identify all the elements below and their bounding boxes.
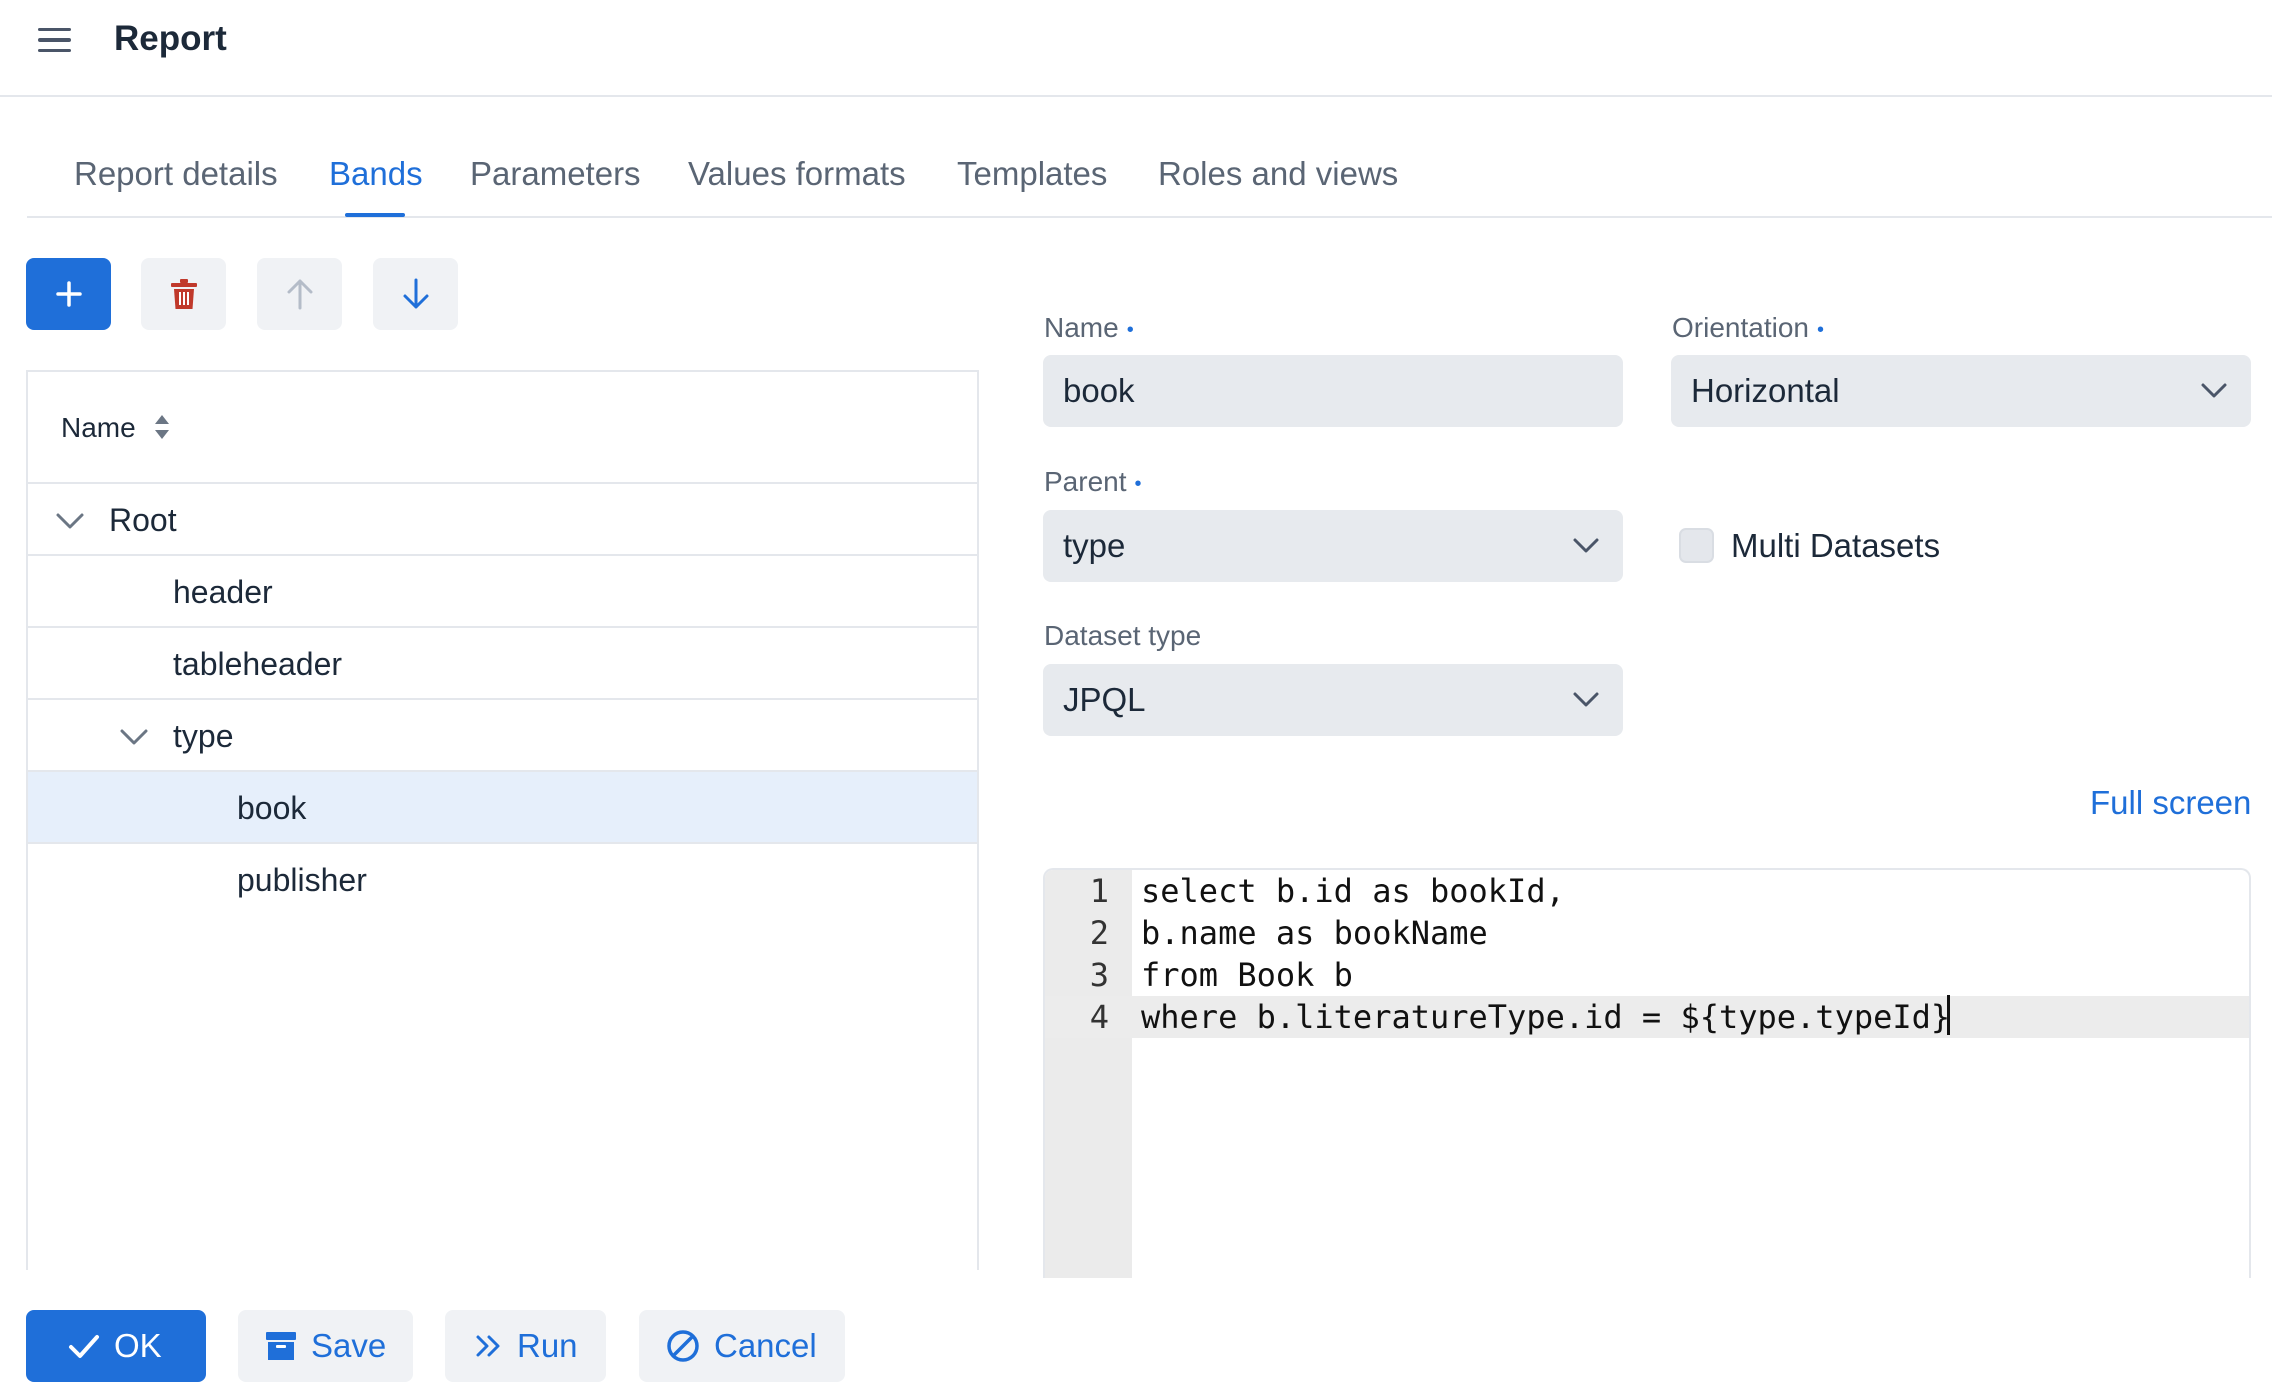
required-indicator: • xyxy=(1126,318,1134,341)
tree-row-publisher[interactable]: publisher xyxy=(28,844,977,916)
tab-bands[interactable]: Bands xyxy=(329,152,423,196)
name-column-header[interactable]: Name xyxy=(61,410,136,446)
tree-row-label: publisher xyxy=(237,862,367,898)
tab-report-details[interactable]: Report details xyxy=(74,152,278,196)
text-caret xyxy=(1947,995,1950,1035)
dataset-type-field-label: Dataset type xyxy=(1044,620,1202,651)
name-field[interactable]: book xyxy=(1043,355,1623,427)
query-code-editor[interactable]: 1 select b.id as bookId, 2 b.name as boo… xyxy=(1043,868,2251,1278)
tree-row-label: tableheader xyxy=(173,646,343,682)
multi-datasets-checkbox[interactable] xyxy=(1679,528,1714,563)
arrow-up-icon xyxy=(287,279,312,310)
line-text: from Book b xyxy=(1141,956,1353,994)
tab-values-formats[interactable]: Values formats xyxy=(688,152,906,196)
chevron-down-icon[interactable] xyxy=(54,506,86,534)
cancel-button[interactable]: Cancel xyxy=(639,1310,845,1382)
line-text: where b.literatureType.id = ${type.typeI… xyxy=(1141,998,1951,1036)
orientation-field-label: Orientation • xyxy=(1672,310,1824,348)
save-button[interactable]: Save xyxy=(238,1310,413,1382)
line-number: 3 xyxy=(1089,956,1109,994)
code-line-active: 4 where b.literatureType.id = ${type.typ… xyxy=(1045,996,2249,1038)
code-line: 3 from Book b xyxy=(1045,954,2249,996)
tree-row-label: book xyxy=(237,790,307,826)
code-line: 2 b.name as bookName xyxy=(1045,912,2249,954)
tree-row-book[interactable]: book xyxy=(28,772,977,844)
tree-row-header[interactable]: header xyxy=(28,556,977,628)
move-down-button[interactable] xyxy=(373,258,458,330)
run-button[interactable]: Run xyxy=(445,1310,606,1382)
required-indicator: • xyxy=(1816,318,1824,341)
dataset-type-select-value: JPQL xyxy=(1063,681,1146,718)
line-text: select b.id as bookId, xyxy=(1141,872,1565,910)
chevron-down-icon xyxy=(2201,383,2227,398)
grid-header: Name xyxy=(28,372,977,484)
add-band-button[interactable] xyxy=(26,258,111,330)
name-field-label: Name • xyxy=(1044,310,1134,348)
cancel-button-label: Cancel xyxy=(714,1327,817,1364)
plus-icon xyxy=(55,281,82,307)
full-screen-link[interactable]: Full screen xyxy=(2090,782,2251,824)
bands-tree-grid: Name Root header tableheader type book p… xyxy=(26,370,979,1270)
checkmark-icon xyxy=(68,1332,100,1360)
delete-band-button[interactable] xyxy=(141,258,226,330)
required-indicator: • xyxy=(1134,472,1142,495)
ban-icon xyxy=(666,1329,700,1363)
active-tab-indicator xyxy=(345,213,405,217)
ok-button[interactable]: OK xyxy=(26,1310,206,1382)
parent-field-label: Parent • xyxy=(1044,464,1142,502)
tree-row-tableheader[interactable]: tableheader xyxy=(28,628,977,700)
sort-icon[interactable] xyxy=(153,414,171,440)
page-title: Report xyxy=(114,19,227,58)
trash-icon xyxy=(170,279,197,309)
tab-bar: Report details Bands Parameters Values f… xyxy=(27,140,2272,218)
dataset-type-select[interactable]: JPQL xyxy=(1043,664,1623,736)
parent-select-value: type xyxy=(1063,527,1126,564)
double-chevron-right-icon xyxy=(475,1333,503,1359)
orientation-select[interactable]: Horizontal xyxy=(1671,355,2251,427)
name-label-text: Name xyxy=(1044,312,1119,343)
line-number: 4 xyxy=(1089,998,1109,1036)
parent-label-text: Parent xyxy=(1044,466,1127,497)
name-field-value: book xyxy=(1063,372,1135,409)
archive-icon xyxy=(265,1331,297,1361)
chevron-down-icon[interactable] xyxy=(118,722,150,750)
run-button-label: Run xyxy=(517,1327,578,1364)
move-up-button[interactable] xyxy=(257,258,342,330)
hamburger-menu-icon[interactable] xyxy=(30,18,78,62)
tab-parameters[interactable]: Parameters xyxy=(470,152,641,196)
chevron-down-icon xyxy=(1573,692,1599,707)
ok-button-label: OK xyxy=(114,1327,162,1364)
tree-row-label: header xyxy=(173,574,273,610)
tree-row-root[interactable]: Root xyxy=(28,484,977,556)
tree-row-label: Root xyxy=(109,502,177,538)
tree-row-type[interactable]: type xyxy=(28,700,977,772)
parent-select[interactable]: type xyxy=(1043,510,1623,582)
line-number: 2 xyxy=(1089,914,1109,952)
tab-templates[interactable]: Templates xyxy=(957,152,1107,196)
tree-row-label: type xyxy=(173,718,234,754)
chevron-down-icon xyxy=(1573,538,1599,553)
line-number: 1 xyxy=(1089,872,1109,910)
line-text: b.name as bookName xyxy=(1141,914,1488,952)
arrow-down-icon xyxy=(403,278,428,309)
orientation-select-value: Horizontal xyxy=(1691,372,1840,409)
code-line: 1 select b.id as bookId, xyxy=(1045,870,2249,912)
save-button-label: Save xyxy=(311,1327,387,1364)
orientation-label-text: Orientation xyxy=(1672,312,1809,343)
tab-roles-and-views[interactable]: Roles and views xyxy=(1158,152,1398,196)
multi-datasets-label[interactable]: Multi Datasets xyxy=(1731,525,1940,567)
top-bar: Report xyxy=(0,0,2272,97)
